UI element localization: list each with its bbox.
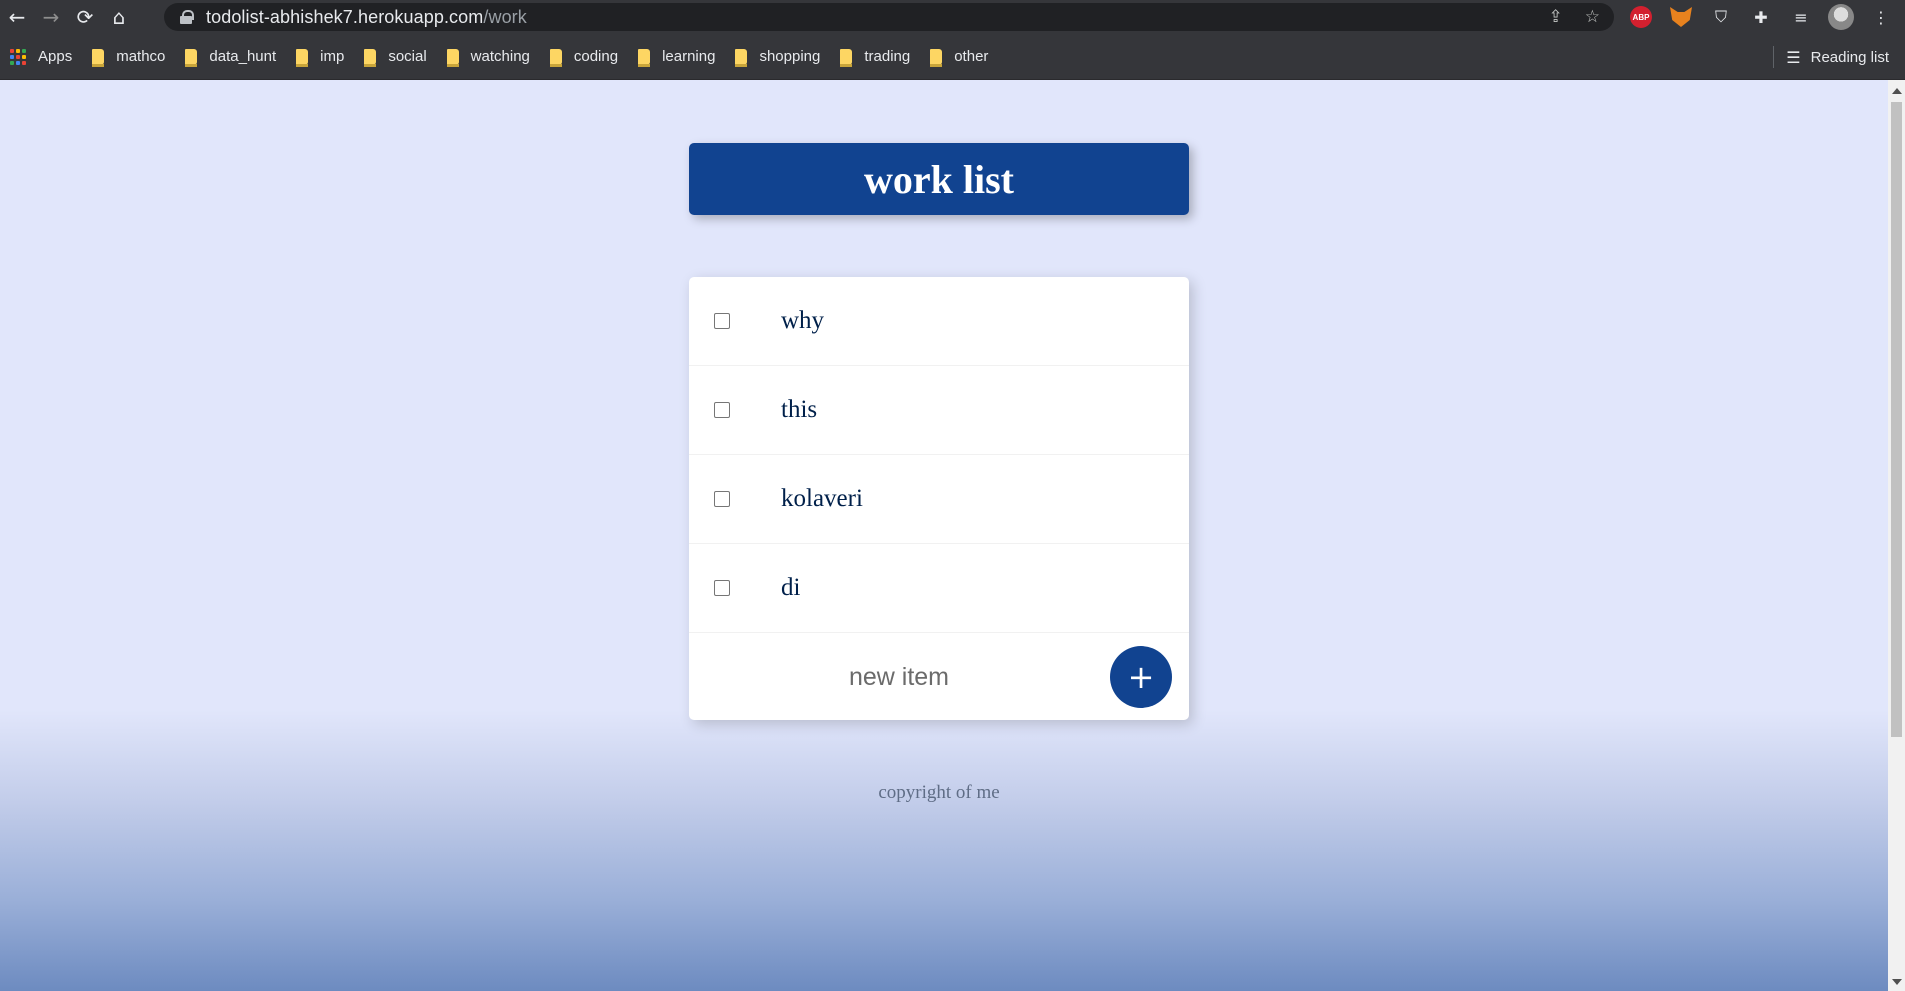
avatar (1828, 4, 1854, 30)
apps-grid-icon (10, 48, 26, 65)
bookmark-label: imp (320, 48, 345, 65)
bookmarks-bar: Apps mathco data_hunt imp social watchin… (0, 34, 1905, 80)
bookmark-label: social (388, 48, 427, 65)
list-item: kolaveri (689, 455, 1189, 544)
item-checkbox[interactable] (714, 402, 730, 418)
item-checkbox[interactable] (714, 491, 730, 507)
reading-list-button[interactable]: ☰ Reading list (1773, 34, 1889, 80)
bookmark-folder[interactable]: shopping (725, 42, 830, 72)
scroll-down-icon[interactable] (1892, 979, 1902, 985)
bookmark-label: Apps (38, 48, 73, 65)
heading-box: work list (689, 143, 1189, 215)
bookmark-folder[interactable]: watching (437, 42, 540, 72)
folder-icon (840, 48, 853, 67)
address-bar[interactable]: todolist-abhishek7.herokuapp.com/work ⇪ … (164, 3, 1614, 31)
page-viewport: work list why this kolaveri di + copyrig… (0, 80, 1888, 991)
bookmark-label: mathco (116, 48, 166, 65)
list-item: this (689, 366, 1189, 455)
footer-text: copyright of me (878, 782, 1000, 803)
bookmark-folder[interactable]: imp (286, 42, 354, 72)
bookmark-label: watching (470, 48, 530, 65)
folder-icon (92, 48, 105, 67)
list-item: di (689, 544, 1189, 633)
page-scrollbar[interactable] (1888, 80, 1905, 991)
back-icon[interactable]: ← (0, 0, 34, 34)
bookmark-folder[interactable]: social (354, 42, 436, 72)
forward-icon[interactable]: → (34, 0, 68, 34)
folder-icon (735, 48, 748, 67)
metamask-extension[interactable] (1668, 4, 1694, 30)
url-path: /work (483, 6, 527, 27)
item-checkbox[interactable] (714, 580, 730, 596)
lock-icon[interactable] (180, 10, 194, 24)
divider (1773, 46, 1775, 68)
home-icon[interactable]: ⌂ (102, 0, 136, 34)
folder-icon (638, 48, 651, 67)
extensions-area: ABP ⛉ ✚ ≡ ⋮ (1628, 0, 1894, 34)
new-item-form: + (689, 633, 1189, 721)
bookmark-apps[interactable]: Apps (0, 42, 82, 72)
bookmark-folder[interactable]: learning (628, 42, 725, 72)
folder-icon (549, 48, 562, 67)
folder-icon (930, 48, 943, 67)
bookmark-label: shopping (759, 48, 821, 65)
scrollbar-thumb[interactable] (1891, 102, 1902, 737)
folder-icon (296, 48, 309, 67)
puzzle-icon[interactable]: ✚ (1748, 4, 1774, 30)
share-icon[interactable]: ⇪ (1549, 7, 1563, 27)
media-control-icon[interactable]: ≡ (1788, 4, 1814, 30)
reload-icon[interactable]: ⟳ (68, 0, 102, 34)
item-text: kolaveri (781, 485, 863, 512)
menu-icon[interactable]: ⋮ (1868, 4, 1894, 30)
item-text: this (781, 396, 818, 423)
bookmark-label: trading (864, 48, 911, 65)
bookmark-label: data_hunt (209, 48, 277, 65)
folder-icon (185, 48, 198, 67)
reading-list-icon: ☰ (1786, 47, 1801, 67)
scroll-up-icon[interactable] (1892, 88, 1902, 94)
url-text[interactable]: todolist-abhishek7.herokuapp.com/work (206, 7, 527, 28)
item-text: why (781, 307, 825, 334)
add-item-button[interactable]: + (1110, 646, 1172, 708)
fox-icon (1670, 7, 1692, 27)
adblock-icon: ABP (1630, 6, 1652, 28)
bookmark-label: coding (573, 48, 619, 65)
reading-list-label: Reading list (1810, 48, 1889, 66)
bookmark-label: other (954, 48, 989, 65)
bookmark-folder[interactable]: other (920, 42, 998, 72)
folder-icon (446, 48, 459, 67)
page-title: work list (864, 156, 1014, 202)
bookmark-folder[interactable]: trading (830, 42, 920, 72)
todo-card: why this kolaveri di + (689, 277, 1189, 720)
list-item: why (689, 277, 1189, 366)
new-item-input[interactable] (789, 655, 1009, 699)
folder-icon (364, 48, 377, 67)
item-text: di (781, 574, 801, 601)
bookmark-folder[interactable]: coding (540, 42, 628, 72)
shield-icon[interactable]: ⛉ (1708, 4, 1734, 30)
bookmark-folder[interactable]: data_hunt (175, 42, 286, 72)
bookmark-folder[interactable]: mathco (82, 42, 175, 72)
url-host: todolist-abhishek7.herokuapp.com (206, 6, 484, 27)
item-checkbox[interactable] (714, 313, 730, 329)
adblock-extension[interactable]: ABP (1628, 4, 1654, 30)
bookmark-star-icon[interactable]: ☆ (1585, 7, 1600, 27)
bookmark-label: learning (662, 48, 716, 65)
browser-toolbar: ← → ⟳ ⌂ todolist-abhishek7.herokuapp.com… (0, 0, 1905, 34)
profile-button[interactable] (1828, 4, 1854, 30)
